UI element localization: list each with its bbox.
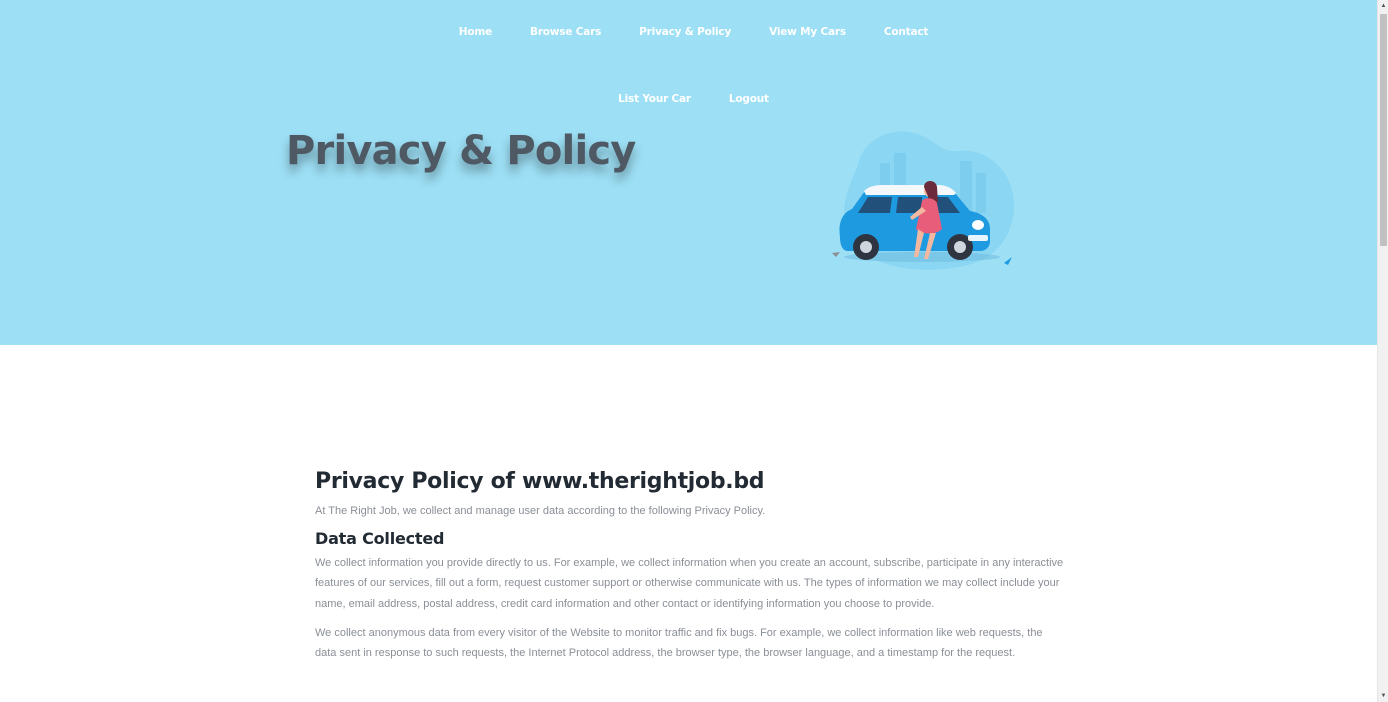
scroll-thumb[interactable] xyxy=(1380,14,1387,246)
main-nav-row-1: Home Browse Cars Privacy & Policy View M… xyxy=(0,24,1377,40)
policy-paragraph: We collect anonymous data from every vis… xyxy=(315,626,1043,660)
nav-browse-cars-link[interactable]: Browse Cars xyxy=(530,24,601,40)
page-title: Privacy & Policy xyxy=(286,128,636,174)
main-nav-row-2: List Your Car Logout xyxy=(0,91,1377,107)
browser-viewport: Home Browse Cars Privacy & Policy View M… xyxy=(0,0,1377,702)
car-illustration-icon xyxy=(832,131,1014,270)
policy-intro: At The Right Job, we collect and manage … xyxy=(315,505,766,517)
page-scrollbar[interactable]: ▲ ▼ xyxy=(1377,0,1388,702)
scroll-down-arrow-icon[interactable]: ▼ xyxy=(1378,690,1388,702)
scroll-up-arrow-icon[interactable]: ▲ xyxy=(1378,0,1388,12)
hero-banner: Home Browse Cars Privacy & Policy View M… xyxy=(0,0,1377,345)
policy-title: Privacy Policy of www.therightjob.bd xyxy=(315,469,765,494)
policy-paragraph: We collect information you provide direc… xyxy=(315,557,1064,610)
privacy-content: Privacy Policy of www.therightjob.bd At … xyxy=(315,466,1065,663)
nav-view-my-cars-link[interactable]: View My Cars xyxy=(769,24,846,40)
nav-home-link[interactable]: Home xyxy=(459,24,492,40)
nav-privacy-policy-link[interactable]: Privacy & Policy xyxy=(639,24,731,40)
section-heading-data-collected: Data Collected xyxy=(315,529,445,548)
nav-list-your-car-link[interactable]: List Your Car xyxy=(618,91,691,107)
nav-logout-link[interactable]: Logout xyxy=(729,91,769,107)
nav-contact-link[interactable]: Contact xyxy=(884,24,929,40)
